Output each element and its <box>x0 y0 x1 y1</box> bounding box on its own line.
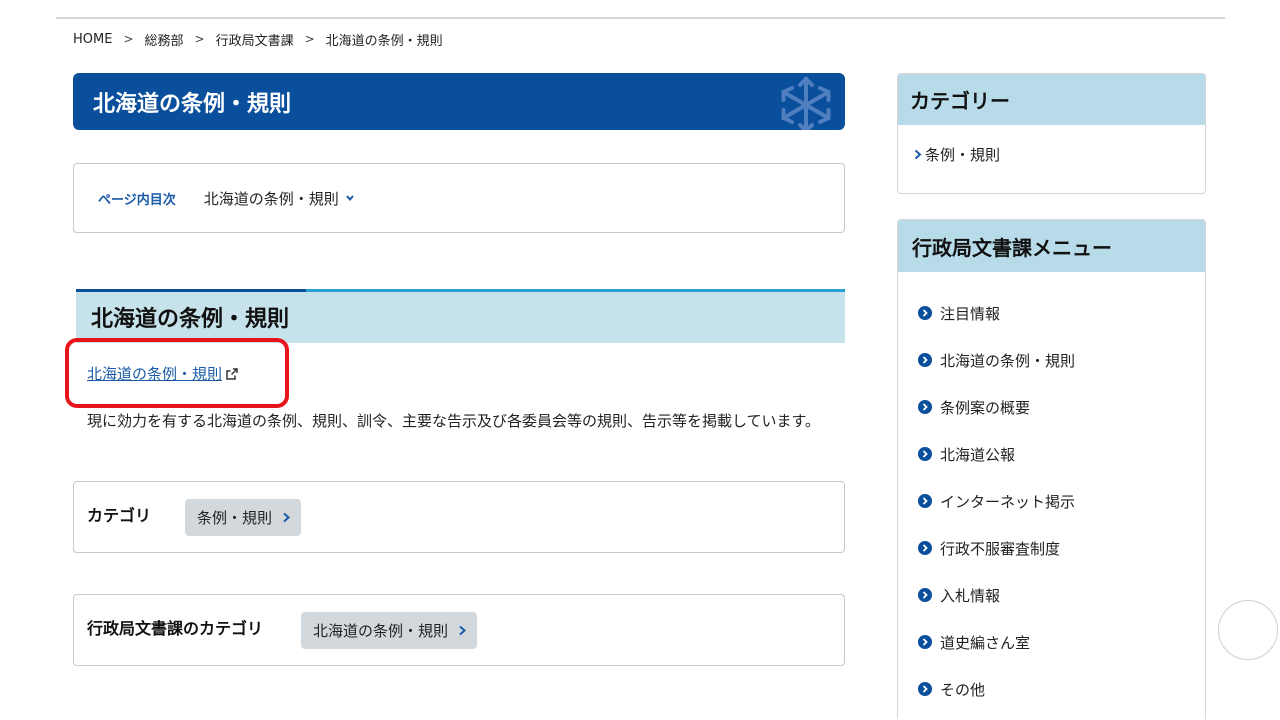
sidebar-menu-item[interactable]: 注目情報 <box>918 303 1075 350</box>
sidebar-menu-item[interactable]: 入札情報 <box>918 585 1075 632</box>
sidebar-menu-item-label: 行政不服審査制度 <box>940 540 1061 558</box>
category-label: カテゴリ <box>87 506 152 525</box>
circle-chevron-right-icon <box>918 682 932 696</box>
sidebar-menu-item[interactable]: インターネット掲示 <box>918 491 1075 538</box>
circle-chevron-right-icon <box>918 400 932 414</box>
dept-category-tag-label: 北海道の条例・規則 <box>313 622 449 640</box>
dept-category-label: 行政局文書課のカテゴリ <box>87 619 264 638</box>
circle-chevron-right-icon <box>918 306 932 320</box>
external-link-icon <box>226 367 238 380</box>
sidebar-category-link[interactable]: 条例・規則 <box>914 144 1000 165</box>
sidebar-menu-item-label: 注目情報 <box>940 305 1001 323</box>
sidebar-menu-item[interactable]: 北海道の条例・規則 <box>918 350 1075 397</box>
sidebar-menu-item[interactable]: 北海道公報 <box>918 444 1075 491</box>
circle-chevron-right-icon <box>918 635 932 649</box>
circle-chevron-right-icon <box>918 588 932 602</box>
chevron-down-icon <box>346 195 354 202</box>
chevron-right-icon <box>459 625 467 636</box>
circle-chevron-right-icon <box>918 353 932 367</box>
circle-chevron-right-icon <box>918 447 932 461</box>
page-toc: ページ内目次 北海道の条例・規則 <box>73 163 845 233</box>
breadcrumb: HOME > 総務部 > 行政局文書課 > 北海道の条例・規則 <box>73 30 443 49</box>
sidebar-category-box: カテゴリー 条例・規則 <box>897 73 1206 194</box>
toc-link[interactable]: 北海道の条例・規則 <box>204 188 355 209</box>
sidebar-menu-item-label: インターネット掲示 <box>940 493 1076 511</box>
sidebar-menu-item[interactable]: 道史編さん室 <box>918 632 1075 679</box>
section-description: 現に効力を有する北海道の条例、規則、訓令、主要な告示及び各委員会等の規則、告示等… <box>87 412 821 430</box>
sidebar-menu-item-label: その他 <box>940 681 986 699</box>
chevron-right-icon <box>914 149 922 160</box>
sidebar-menu-item[interactable]: 行政不服審査制度 <box>918 538 1075 585</box>
sidebar-menu-item[interactable]: その他 <box>918 679 1075 719</box>
dept-category-tag[interactable]: 北海道の条例・規則 <box>301 612 478 649</box>
breadcrumb-document-division[interactable]: 行政局文書課 <box>216 30 294 49</box>
sidebar-menu-item-label: 道史編さん室 <box>940 634 1031 652</box>
sidebar-menu-item-label: 北海道公報 <box>940 446 1016 464</box>
breadcrumb-current: 北海道の条例・規則 <box>325 33 443 49</box>
sidebar-menu-item-label: 入札情報 <box>940 587 1001 605</box>
category-tag-label: 条例・規則 <box>197 509 273 527</box>
page-title-bar: 北海道の条例・規則 <box>73 73 845 130</box>
breadcrumb-home[interactable]: HOME <box>73 32 112 47</box>
toc-label: ページ内目次 <box>98 192 176 208</box>
external-link[interactable]: 北海道の条例・規則 <box>87 363 239 384</box>
sidebar-category-title: カテゴリー <box>898 74 1205 125</box>
sidebar-menu-title: 行政局文書課メニュー <box>898 220 1205 272</box>
page-title: 北海道の条例・規則 <box>93 92 292 117</box>
sidebar-category-link-label: 条例・規則 <box>925 146 1001 164</box>
dept-category-box: 行政局文書課のカテゴリ 北海道の条例・規則 <box>73 594 845 666</box>
category-box: カテゴリ 条例・規則 <box>73 481 845 553</box>
sidebar-menu-item[interactable]: 条例案の概要 <box>918 397 1075 444</box>
circle-chevron-right-icon <box>918 541 932 555</box>
sidebar-menu-box: 行政局文書課メニュー 注目情報 北海道の条例・規則 条例案の概要 北海道公報 イ… <box>897 219 1206 719</box>
breadcrumb-separator: > <box>304 32 315 46</box>
breadcrumb-general-affairs[interactable]: 総務部 <box>145 30 184 49</box>
floating-page-top-button[interactable] <box>1218 600 1278 660</box>
sidebar-menu-item-label: 北海道の条例・規則 <box>940 352 1076 370</box>
section-heading: 北海道の条例・規則 <box>76 289 845 343</box>
toc-link-label: 北海道の条例・規則 <box>203 189 339 208</box>
circle-chevron-right-icon <box>918 494 932 508</box>
breadcrumb-separator: > <box>123 32 134 46</box>
chevron-right-icon <box>283 512 291 523</box>
sidebar-menu-list: 注目情報 北海道の条例・規則 条例案の概要 北海道公報 インターネット掲示 行政… <box>918 303 1075 719</box>
category-tag[interactable]: 条例・規則 <box>185 499 302 536</box>
header-divider <box>56 17 1225 19</box>
sidebar-menu-item-label: 条例案の概要 <box>940 399 1031 417</box>
section-title: 北海道の条例・規則 <box>91 307 290 332</box>
main-content: 北海道の条例・規則 ページ内目次 北海道の条例・規則 北海道の条例・規則 北海道… <box>65 73 845 666</box>
external-link-label: 北海道の条例・規則 <box>87 365 223 383</box>
breadcrumb-separator: > <box>194 32 205 46</box>
hokkaido-star-emblem-icon <box>781 76 831 130</box>
